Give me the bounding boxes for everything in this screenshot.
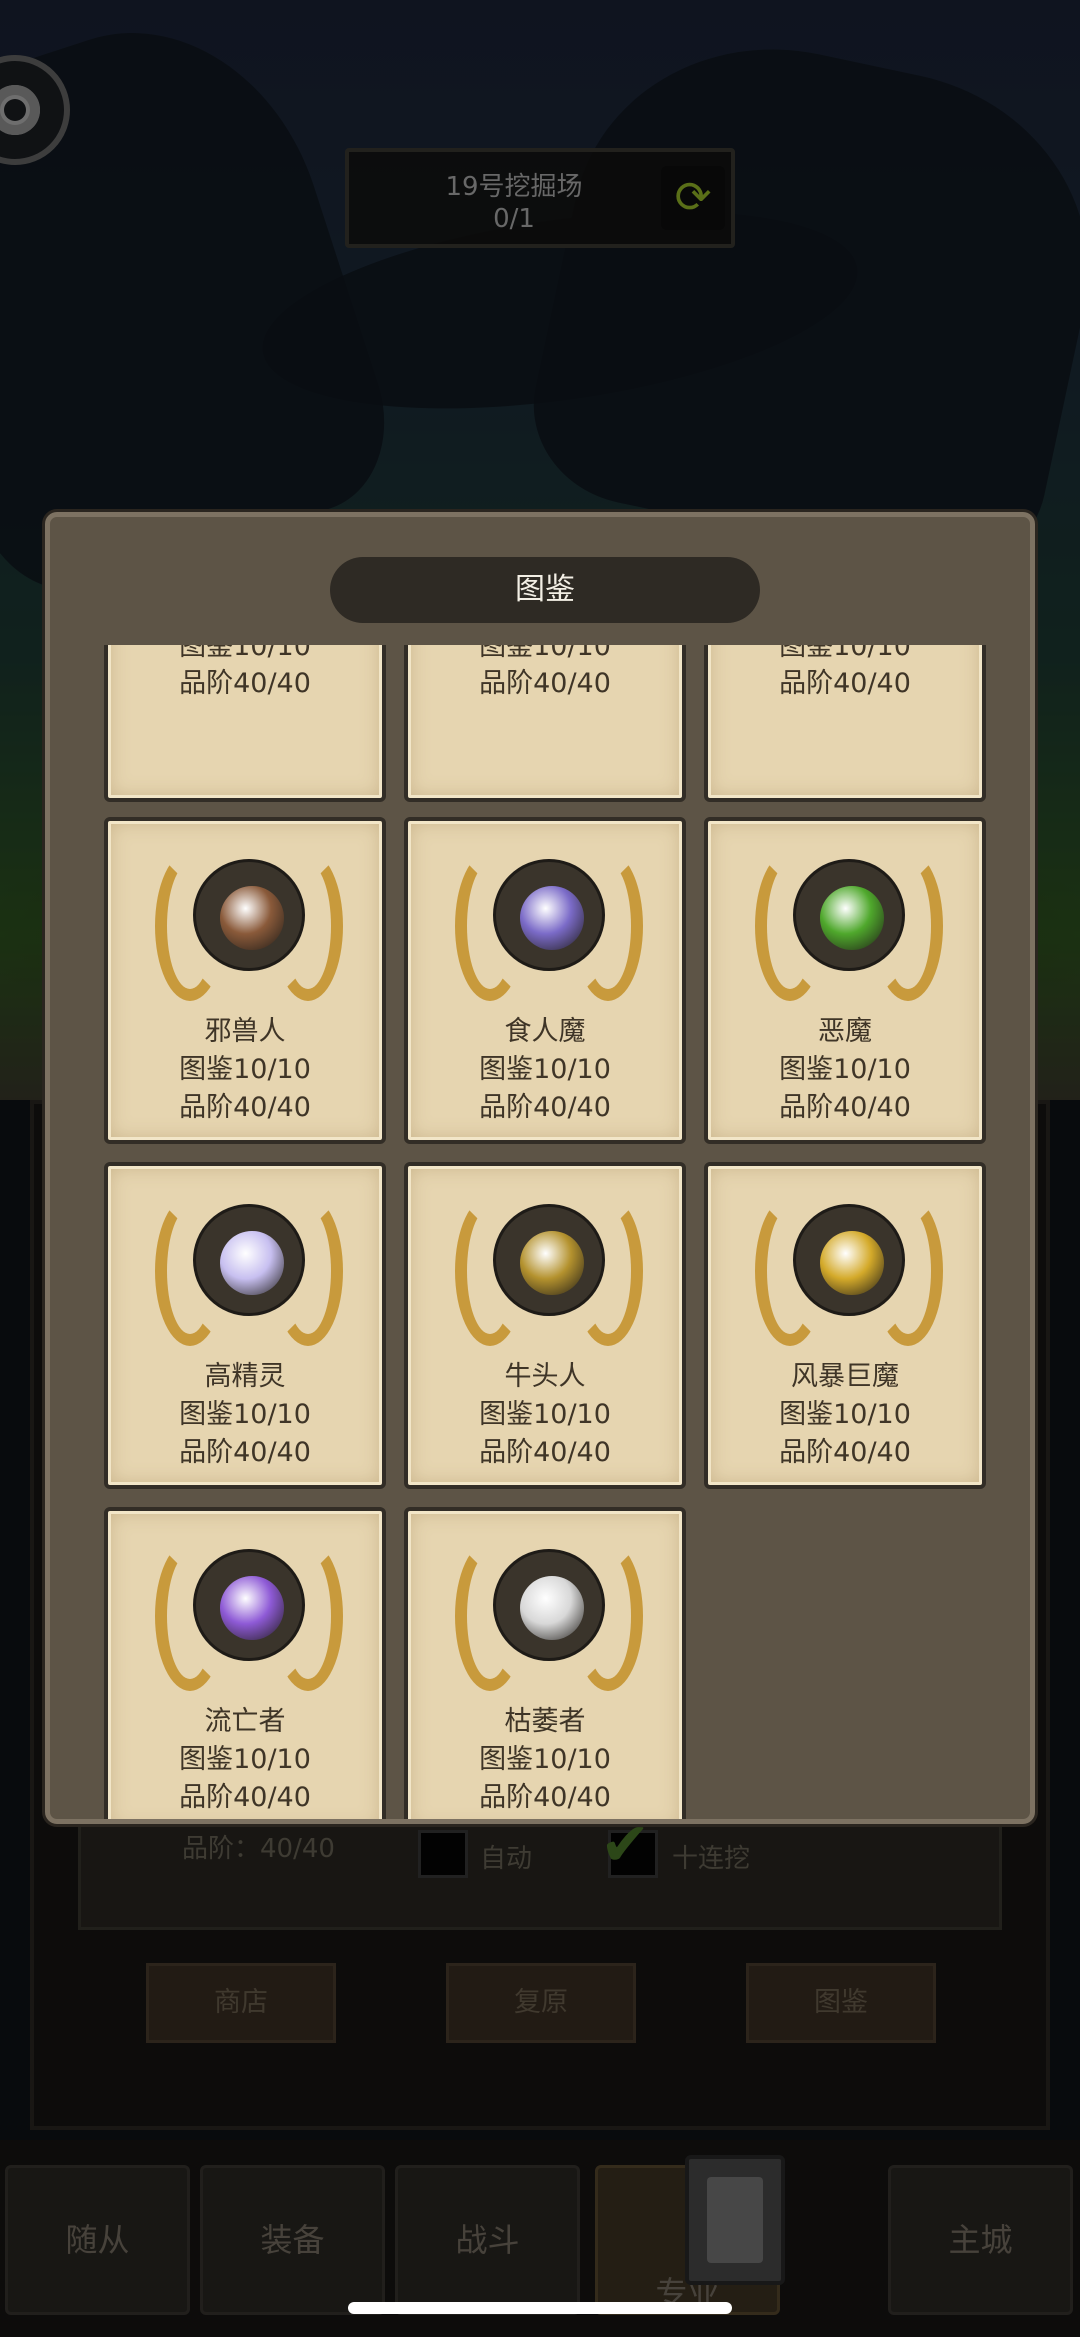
card-grade: 品阶40/40: [479, 1437, 611, 1468]
card-grade: 品阶40/40: [479, 668, 611, 699]
card-grade: 品阶40/40: [779, 668, 911, 699]
storm-troll-icon: [755, 1188, 943, 1348]
card-collection: 图鉴10/10: [479, 1744, 611, 1775]
card-grade: 品阶40/40: [779, 1437, 911, 1468]
codex-card-exile[interactable]: 流亡者 图鉴10/10 品阶40/40: [104, 1507, 386, 1819]
card-name: 流亡者: [204, 1706, 286, 1737]
card-grade: 品阶40/40: [179, 668, 311, 699]
codex-card-ogre[interactable]: 食人魔 图鉴10/10 品阶40/40: [404, 817, 686, 1144]
card-name: 恶魔: [818, 1016, 872, 1047]
card-name: 食人魔: [504, 1016, 586, 1047]
codex-modal: 图鉴 图鉴10/10 品阶40/40 图鉴10/10 品阶40/40 图鉴10/…: [45, 512, 1035, 1824]
home-indicator[interactable]: [348, 2302, 732, 2314]
codex-card-orc[interactable]: 邪兽人 图鉴10/10 品阶40/40: [104, 817, 386, 1144]
card-collection: 图鉴10/10: [479, 1054, 611, 1085]
codex-card-demon[interactable]: 恶魔 图鉴10/10 品阶40/40: [704, 817, 986, 1144]
orc-shield-icon: [155, 843, 343, 1003]
card-collection: 图鉴10/10: [179, 1399, 311, 1430]
card-name: 高精灵: [204, 1361, 286, 1392]
card-name: 风暴巨魔: [791, 1361, 899, 1392]
card-collection: 图鉴10/10: [779, 1054, 911, 1085]
codex-card[interactable]: 图鉴10/10 品阶40/40: [104, 645, 386, 802]
card-grade: 品阶40/40: [479, 1782, 611, 1813]
high-elf-moon-icon: [155, 1188, 343, 1348]
card-collection: 图鉴10/10: [179, 1054, 311, 1085]
codex-grid[interactable]: 图鉴10/10 品阶40/40 图鉴10/10 品阶40/40 图鉴10/10 …: [50, 645, 1030, 1819]
codex-card-high-elf[interactable]: 高精灵 图鉴10/10 品阶40/40: [104, 1162, 386, 1489]
codex-card[interactable]: 图鉴10/10 品阶40/40: [704, 645, 986, 802]
codex-card-storm-troll[interactable]: 风暴巨魔 图鉴10/10 品阶40/40: [704, 1162, 986, 1489]
codex-card-tauren[interactable]: 牛头人 图鉴10/10 品阶40/40: [404, 1162, 686, 1489]
codex-card[interactable]: 图鉴10/10 品阶40/40: [404, 645, 686, 802]
card-name: 枯萎者: [504, 1706, 586, 1737]
exile-crest-icon: [155, 1533, 343, 1693]
card-grade: 品阶40/40: [179, 1092, 311, 1123]
card-grade: 品阶40/40: [179, 1437, 311, 1468]
modal-title: 图鉴: [330, 557, 760, 623]
card-collection: 图鉴10/10: [479, 1399, 611, 1430]
withered-mask-icon: [455, 1533, 643, 1693]
codex-card-withered[interactable]: 枯萎者 图鉴10/10 品阶40/40: [404, 1507, 686, 1819]
card-grade: 品阶40/40: [479, 1092, 611, 1123]
card-name: 邪兽人: [204, 1016, 286, 1047]
ogre-crest-icon: [455, 843, 643, 1003]
card-grade: 品阶40/40: [779, 1092, 911, 1123]
tauren-totem-icon: [455, 1188, 643, 1348]
card-grade: 品阶40/40: [179, 1782, 311, 1813]
card-collection: 图鉴10/10: [779, 1399, 911, 1430]
card-collection: 图鉴10/10: [179, 1744, 311, 1775]
demon-mask-icon: [755, 843, 943, 1003]
card-name: 牛头人: [504, 1361, 586, 1392]
